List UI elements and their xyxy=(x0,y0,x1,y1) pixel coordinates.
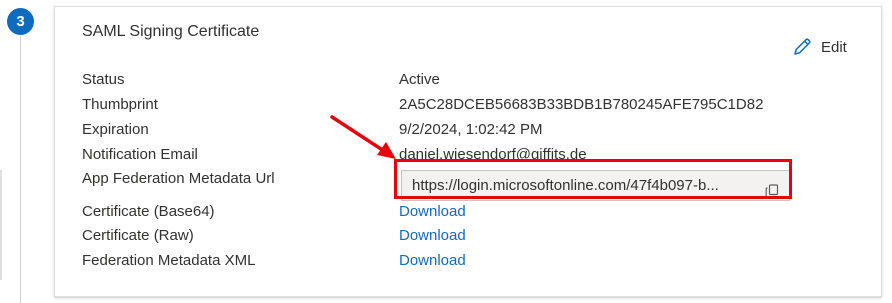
certificate-base64-label: Certificate (Base64) xyxy=(82,203,215,220)
federation-metadata-xml-download-link[interactable]: Download xyxy=(399,250,466,272)
edit-label: Edit xyxy=(821,38,847,56)
thumbprint-label: Thumbprint xyxy=(82,96,158,113)
certificate-raw-download-link[interactable]: Download xyxy=(399,225,466,247)
app-federation-metadata-url-value[interactable]: https://login.microsoftonline.com/47f4b0… xyxy=(412,171,757,200)
expiration-label: Expiration xyxy=(82,121,149,138)
status-value: Active xyxy=(399,71,440,88)
expiration-value: 9/2/2024, 1:02:42 PM xyxy=(399,121,543,138)
step-connector-line xyxy=(20,36,21,303)
certificate-base64-download-link[interactable]: Download xyxy=(399,201,466,223)
row-notification-email: Notification Email daniel.wiesendorf@gif… xyxy=(82,144,862,166)
certificate-raw-label: Certificate (Raw) xyxy=(82,227,194,244)
rail-divider xyxy=(0,170,2,280)
step-rail: 3 xyxy=(0,0,40,303)
saml-signing-certificate-card: SAML Signing Certificate Edit Status Act… xyxy=(54,6,882,297)
copy-icon[interactable] xyxy=(765,179,779,198)
app-federation-metadata-url-field[interactable]: https://login.microsoftonline.com/47f4b0… xyxy=(401,170,790,201)
row-certificate-base64: Certificate (Base64) Download xyxy=(82,201,862,223)
step-number-badge: 3 xyxy=(7,8,34,35)
row-expiration: Expiration 9/2/2024, 1:02:42 PM xyxy=(82,119,862,141)
annotation-arrow xyxy=(330,115,396,159)
notification-email-value: daniel.wiesendorf@giffits.de xyxy=(399,146,587,163)
notification-email-label: Notification Email xyxy=(82,146,198,163)
thumbprint-value: 2A5C28DCEB56683B33BDB1B780245AFE795C1D82 xyxy=(399,96,764,113)
app-federation-metadata-url-label: App Federation Metadata Url xyxy=(82,170,275,187)
row-certificate-raw: Certificate (Raw) Download xyxy=(82,225,862,247)
row-federation-metadata-xml: Federation Metadata XML Download xyxy=(82,250,862,272)
row-thumbprint: Thumbprint 2A5C28DCEB56683B33BDB1B780245… xyxy=(82,94,862,116)
edit-icon xyxy=(791,36,813,58)
federation-metadata-xml-label: Federation Metadata XML xyxy=(82,252,256,269)
row-status: Status Active xyxy=(82,69,862,91)
card-title: SAML Signing Certificate xyxy=(82,23,260,40)
status-label: Status xyxy=(82,71,125,88)
edit-button[interactable]: Edit xyxy=(791,35,847,59)
